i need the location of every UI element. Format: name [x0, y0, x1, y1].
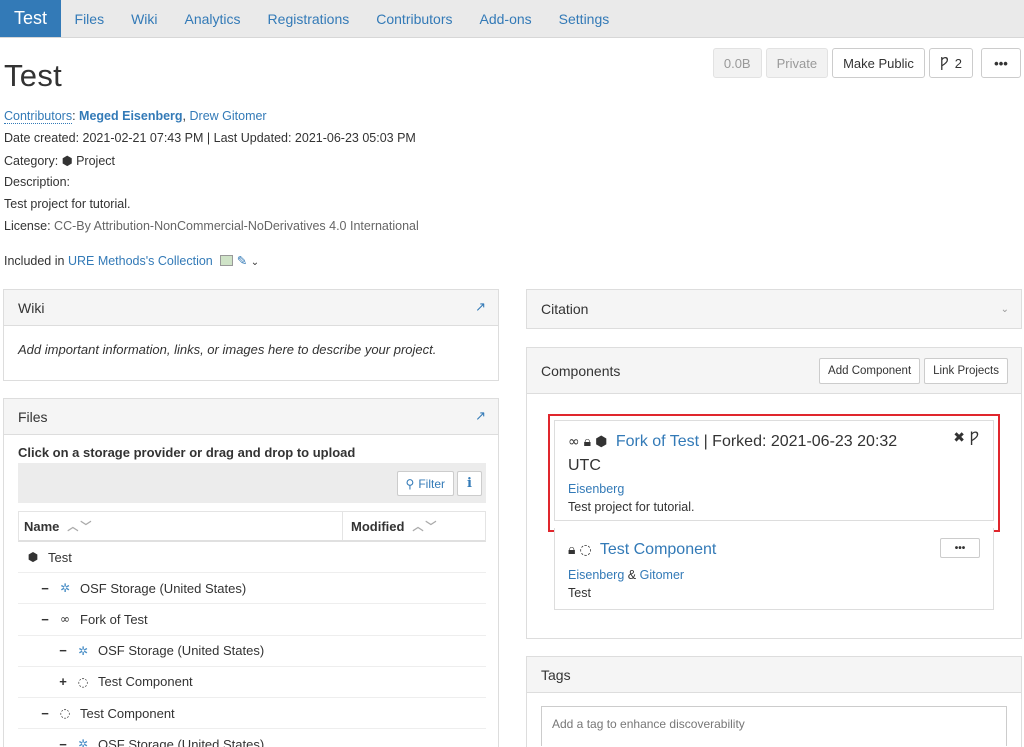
name-column-header[interactable]: Name — [24, 519, 59, 534]
citation-panel-title: Citation — [541, 301, 589, 317]
modified-column-header[interactable]: Modified — [351, 519, 404, 534]
contributors-link[interactable]: Contributors — [4, 109, 73, 124]
description-text: Test project for tutorial. — [4, 197, 131, 211]
collapse-toggle[interactable]: − — [40, 581, 50, 596]
component-description: Test project for tutorial. — [568, 500, 695, 514]
gear-icon: ✲ — [77, 643, 89, 658]
collection-line: Included in URE Methods's Collection ✎ ⌄ — [4, 253, 260, 268]
fork-icon[interactable]: Ƿ — [969, 430, 979, 446]
make-public-button[interactable]: Make Public — [832, 48, 925, 78]
collection-link[interactable]: URE Methods's Collection — [68, 254, 213, 268]
file-row[interactable]: − ✲ OSF Storage (United States) — [18, 729, 486, 747]
page-title: Test — [4, 58, 63, 93]
chevron-down-icon[interactable]: ⌄ — [1001, 304, 1009, 315]
file-tree: Name ︿﹀ Modified ︿﹀ ⬢ Test − ✲ OSF Stora… — [18, 511, 486, 747]
nav-wiki[interactable]: Wiki — [118, 0, 171, 37]
component-title-link[interactable]: Test Component — [600, 541, 717, 558]
sort-icon[interactable]: ︿﹀ — [67, 518, 93, 534]
wiki-panel: Wiki ↗ Add important information, links,… — [3, 289, 499, 381]
collapse-toggle[interactable]: − — [58, 737, 68, 747]
file-row[interactable]: − ∞ Fork of Test — [18, 604, 486, 636]
lock-icon: 🔒︎ — [583, 434, 592, 450]
filter-button[interactable]: ⚲ Filter — [396, 471, 454, 496]
contributors-line: Contributors: Meged Eisenberg, Drew Gito… — [4, 109, 267, 124]
external-link-icon[interactable]: ↗ — [475, 300, 486, 315]
cube-icon: ⬢ — [595, 434, 608, 450]
nav-contributors[interactable]: Contributors — [363, 0, 466, 37]
file-row[interactable]: + ◌ Test Component — [18, 667, 486, 698]
circle-notch-icon: ◌ — [77, 674, 89, 689]
file-toolbar: ⚲ Filter i — [18, 463, 486, 503]
collapse-toggle[interactable]: − — [40, 706, 50, 721]
nav-add-ons[interactable]: Add-ons — [466, 0, 545, 37]
file-row[interactable]: − ✲ OSF Storage (United States) — [18, 573, 486, 605]
storage-size-badge: 0.0B — [712, 48, 762, 78]
tags-panel: Tags Add a tag to enhance discoverabilit… — [526, 656, 1022, 747]
link-projects-button[interactable]: Link Projects — [924, 357, 1008, 384]
cube-icon: ⬢ — [27, 550, 39, 565]
component-contributor-link[interactable]: Gitomer — [640, 568, 684, 582]
close-icon[interactable]: ✖ — [953, 430, 965, 446]
collapse-toggle[interactable]: − — [58, 643, 68, 658]
tags-panel-title: Tags — [541, 666, 571, 683]
fork-icon: Ƿ — [939, 55, 949, 71]
gear-icon: ✲ — [77, 737, 89, 747]
description-label: Description: — [4, 175, 70, 189]
edit-icon[interactable]: ✎ — [237, 253, 247, 268]
link-icon: ∞ — [568, 434, 580, 450]
upload-instructions: Click on a storage provider or drag and … — [18, 445, 356, 460]
cube-icon: ⬢ — [61, 153, 73, 168]
components-panel-title: Components — [541, 362, 621, 379]
license-link[interactable]: CC-By Attribution-NonCommercial-NoDeriva… — [54, 219, 419, 233]
circle-notch-icon: ◌ — [579, 542, 592, 558]
components-panel: Components Add Component Link Projects ∞… — [526, 347, 1022, 639]
project-actions: 0.0B Private Make Public Ƿ 2 ••• — [712, 48, 1021, 78]
gear-icon: ✲ — [59, 581, 71, 596]
component-title-link[interactable]: Fork of Test — [616, 433, 699, 450]
search-icon: ⚲ — [405, 476, 415, 491]
file-row[interactable]: − ◌ Test Component — [18, 698, 486, 730]
lock-icon: 🔒︎ — [568, 542, 576, 558]
circle-notch-icon: ◌ — [59, 706, 71, 721]
component-description: Test — [568, 586, 591, 600]
citation-panel[interactable]: Citation ⌄ — [526, 289, 1022, 329]
project-navbar: Test Files Wiki Analytics Registrations … — [0, 0, 1024, 38]
license-line: License: CC-By Attribution-NonCommercial… — [4, 219, 419, 233]
tag-input[interactable]: Add a tag to enhance discoverability — [541, 706, 1007, 746]
add-component-button[interactable]: Add Component — [819, 357, 921, 384]
more-options-button[interactable]: ••• — [981, 48, 1021, 78]
nav-project-title[interactable]: Test — [0, 0, 62, 37]
forks-button[interactable]: Ƿ 2 — [928, 48, 973, 78]
contributor-link-2[interactable]: Drew Gitomer — [190, 109, 267, 123]
file-row[interactable]: − ✲ OSF Storage (United States) — [18, 636, 486, 667]
nav-files[interactable]: Files — [61, 0, 118, 37]
component-contributor-link[interactable]: Eisenberg — [568, 568, 624, 582]
expand-toggle[interactable]: + — [58, 674, 68, 689]
forks-count: 2 — [954, 55, 962, 71]
info-button[interactable]: i — [457, 471, 482, 496]
contributor-link-1[interactable]: Meged Eisenberg — [79, 109, 183, 123]
link-icon: ∞ — [60, 612, 70, 627]
nav-analytics[interactable]: Analytics — [171, 0, 254, 37]
component-contributors[interactable]: Eisenberg — [568, 480, 918, 498]
private-status-button: Private — [765, 48, 829, 78]
sort-icon[interactable]: ︿﹀ — [412, 518, 438, 534]
nav-registrations[interactable]: Registrations — [254, 0, 363, 37]
image-icon[interactable] — [220, 255, 234, 266]
nav-settings[interactable]: Settings — [545, 0, 623, 37]
external-link-icon[interactable]: ↗ — [475, 409, 486, 424]
component-options-button[interactable]: ••• — [940, 538, 980, 558]
file-row[interactable]: ⬢ Test — [18, 542, 486, 574]
files-panel: Files ↗ Click on a storage provider or d… — [3, 398, 499, 747]
dates-line: Date created: 2021-02-21 07:43 PM | Last… — [4, 131, 416, 145]
file-tree-header: Name ︿﹀ Modified ︿﹀ — [18, 511, 486, 542]
wiki-placeholder-text: Add important information, links, or ima… — [18, 342, 437, 357]
collapse-toggle[interactable]: − — [40, 612, 50, 627]
wiki-panel-title: Wiki — [18, 299, 45, 316]
files-panel-title: Files — [18, 408, 48, 425]
category-line: Category: ⬢ Project — [4, 153, 115, 168]
chevron-down-icon[interactable]: ⌄ — [251, 257, 259, 268]
